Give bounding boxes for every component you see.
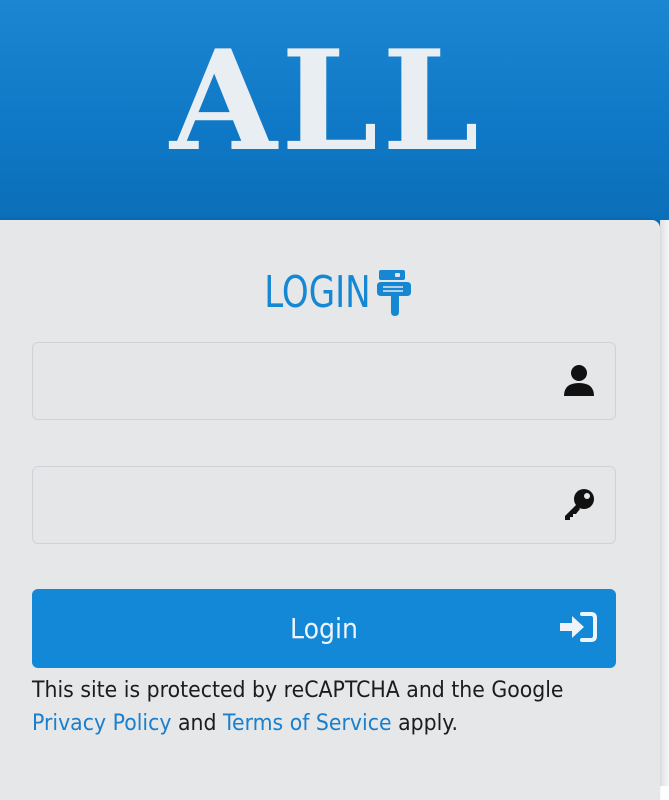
password-input[interactable] (51, 467, 551, 543)
page-edge (660, 220, 669, 786)
apply-text: apply. (398, 711, 458, 736)
hand-pointing-down-icon (376, 270, 411, 316)
username-field[interactable] (32, 342, 616, 420)
login-heading-text: LOGIN (264, 266, 371, 318)
terms-of-service-link[interactable]: Terms of Service (223, 711, 392, 736)
and-text: and (177, 711, 217, 736)
login-button[interactable]: Login (32, 589, 616, 668)
header-banner: ALL (0, 0, 669, 240)
sign-in-icon (560, 612, 597, 642)
privacy-policy-link[interactable]: Privacy Policy (32, 711, 171, 736)
login-heading: LOGIN (0, 262, 660, 322)
password-field[interactable] (32, 466, 616, 544)
user-icon (564, 365, 594, 396)
login-button-label: Login (289, 612, 358, 645)
username-input[interactable] (51, 343, 551, 419)
recaptcha-notice: This site is protected by reCAPTCHA and … (32, 674, 590, 740)
recaptcha-text: This site is protected by reCAPTCHA and … (32, 678, 564, 703)
login-card: LOGIN Login This site is protected by re… (0, 220, 660, 800)
key-icon (565, 489, 594, 520)
site-logo-title: ALL (169, 19, 484, 182)
